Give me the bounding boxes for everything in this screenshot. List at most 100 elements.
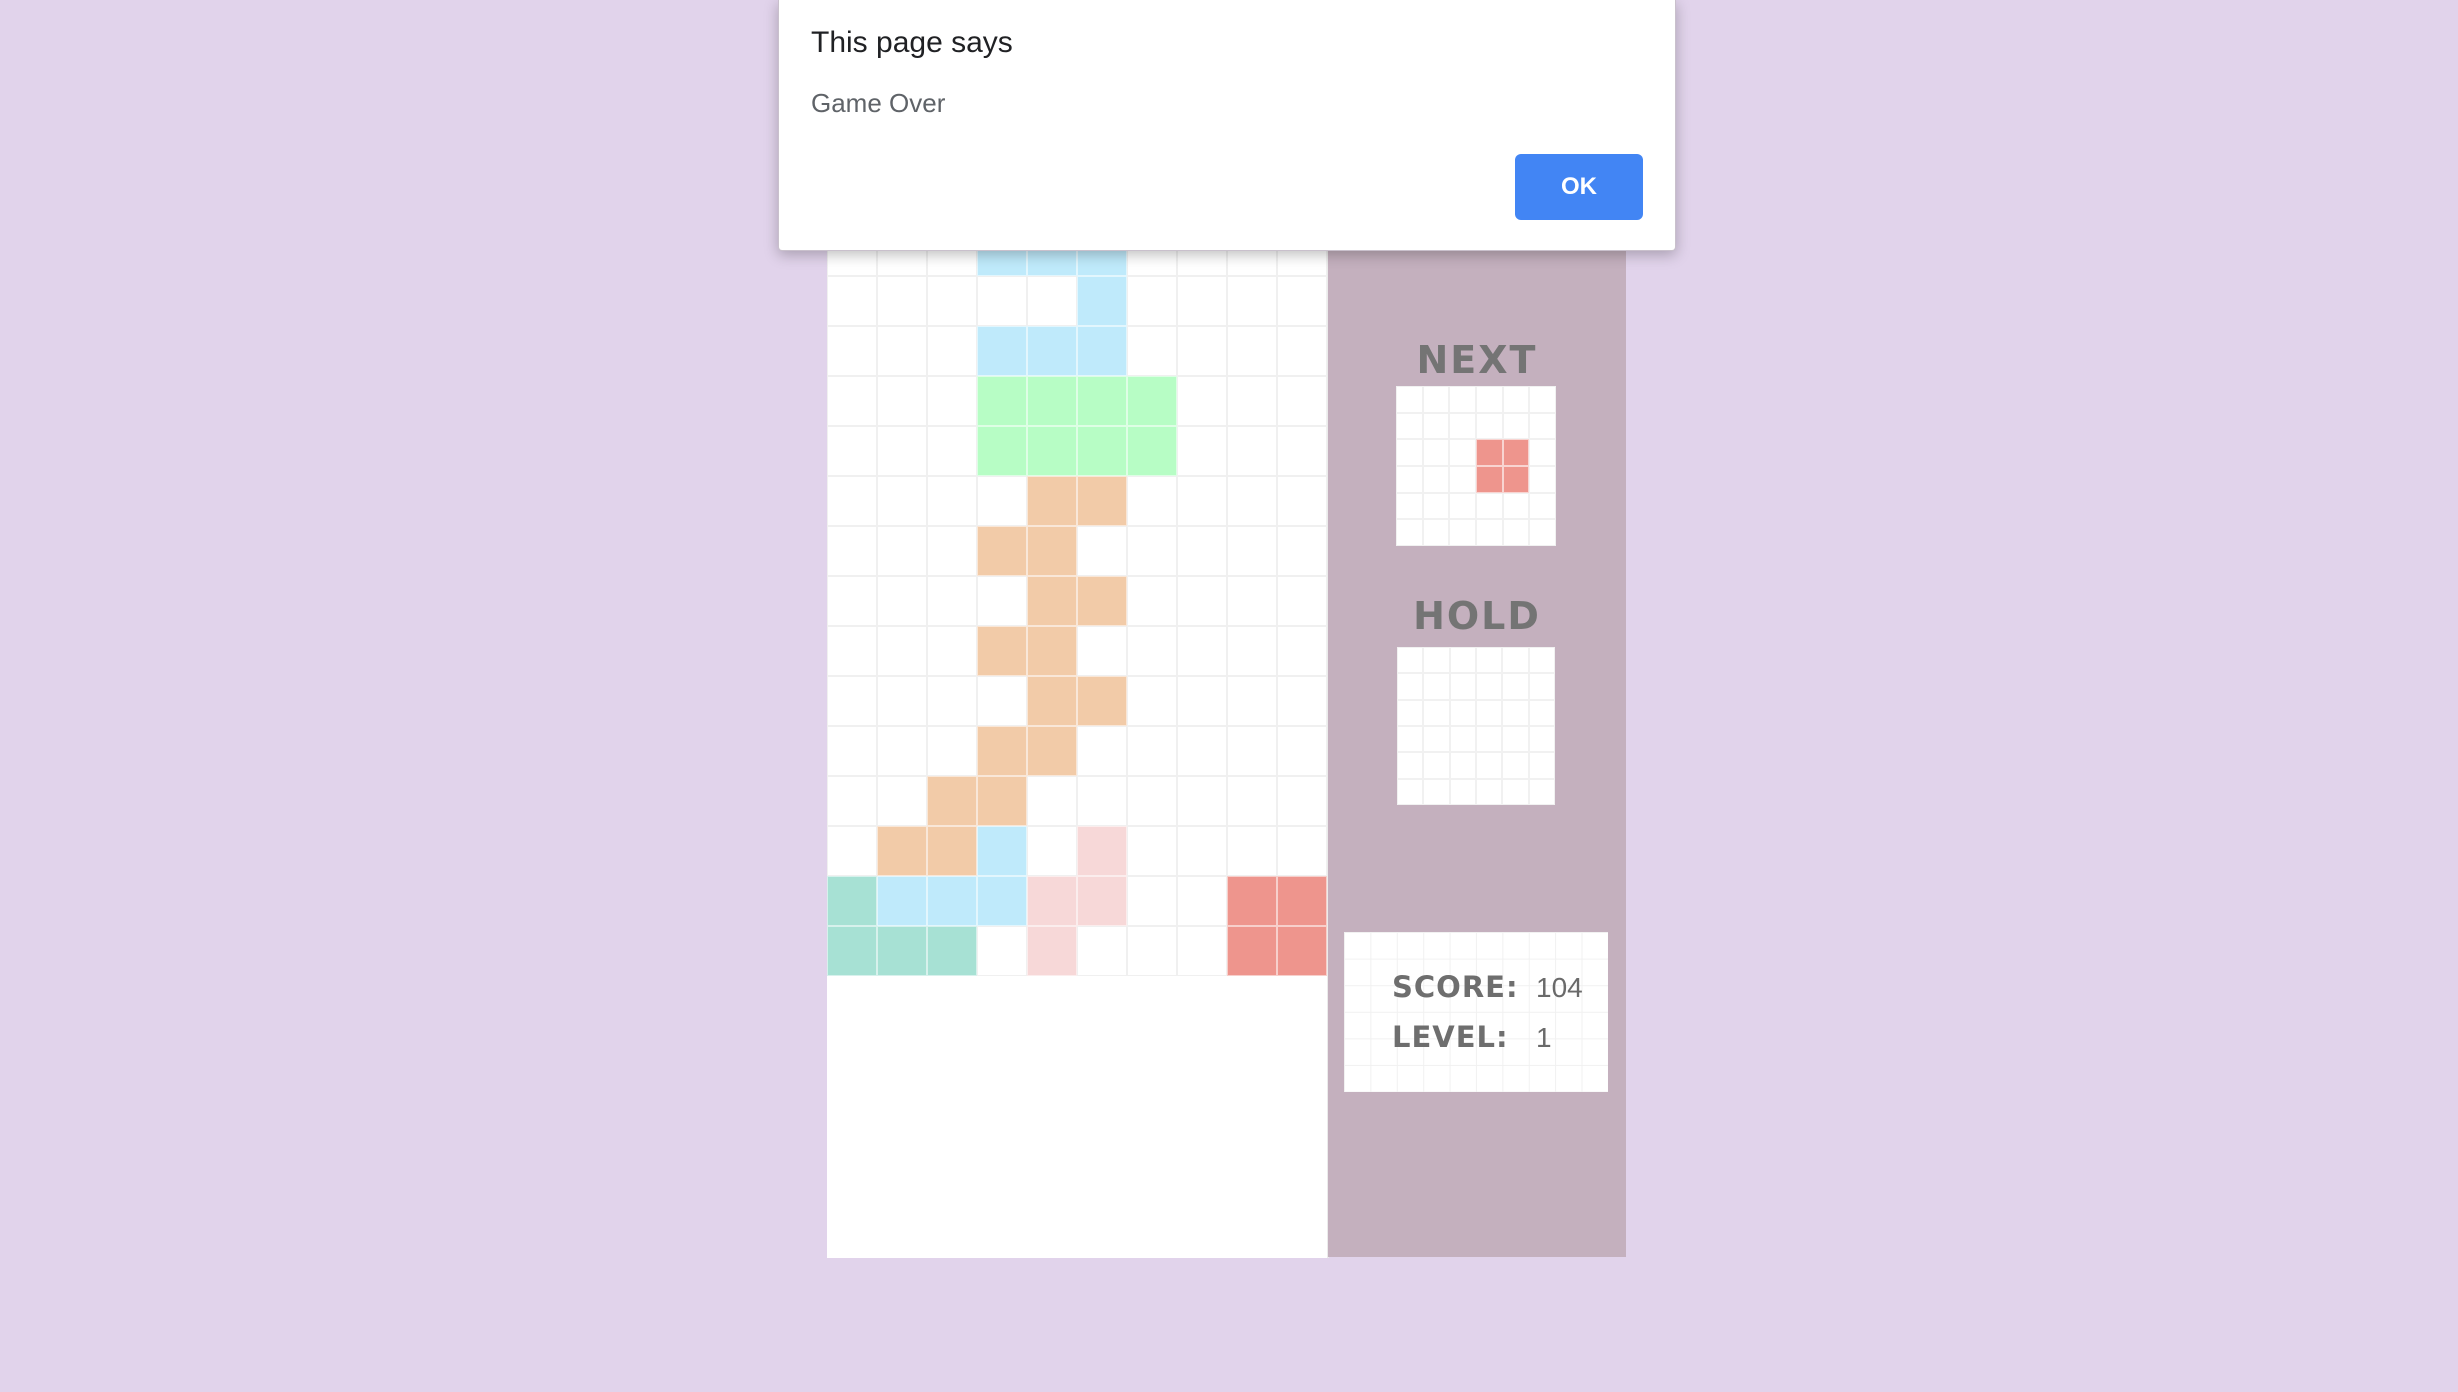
board-cell xyxy=(827,526,877,576)
block-sky xyxy=(977,326,1027,376)
board-cell xyxy=(1227,326,1277,376)
preview-cell xyxy=(1502,386,1530,413)
board-cell xyxy=(1127,676,1177,726)
block-pink xyxy=(1077,826,1127,876)
score-value: 104 xyxy=(1536,972,1583,1003)
board-cell xyxy=(977,926,1027,976)
preview-cell xyxy=(1529,386,1556,413)
block-peach xyxy=(1077,576,1127,626)
board-cell xyxy=(1177,576,1227,626)
board-cell xyxy=(927,476,977,526)
preview-cell xyxy=(1422,465,1450,493)
preview-cell xyxy=(1396,492,1423,520)
block-peach xyxy=(1027,576,1077,626)
preview-cell xyxy=(1475,386,1503,413)
board-cell xyxy=(927,576,977,626)
preview-cell xyxy=(1528,673,1555,700)
hold-piece-preview xyxy=(1397,647,1555,805)
board-cell xyxy=(1127,276,1177,326)
preview-cell xyxy=(1423,726,1450,753)
preview-cell xyxy=(1502,412,1530,440)
board-cell xyxy=(1277,676,1327,726)
block-salmon xyxy=(1277,876,1327,926)
board-cell xyxy=(927,626,977,676)
game-stage: NEXT HOLD SCORE: 104 LEVEL: 1 This page … xyxy=(0,0,2458,1392)
board-cell xyxy=(877,776,927,826)
board-cell xyxy=(1177,426,1227,476)
board-cell xyxy=(1077,926,1127,976)
score-box: SCORE: 104 LEVEL: 1 xyxy=(1344,932,1608,1092)
preview-cell xyxy=(1422,386,1450,413)
preview-cell xyxy=(1449,647,1476,674)
board-cell xyxy=(1227,426,1277,476)
block-mint xyxy=(977,376,1027,426)
preview-cell xyxy=(1396,439,1423,466)
block-sky xyxy=(877,876,927,926)
board-cell xyxy=(827,326,877,376)
board-cell xyxy=(827,826,877,876)
board-cell xyxy=(827,676,877,726)
board-cell xyxy=(1227,776,1277,826)
preview-cell xyxy=(1449,778,1476,805)
preview-cell xyxy=(1502,519,1530,546)
board-cell xyxy=(877,726,927,776)
dialog-message: Game Over xyxy=(811,88,946,118)
ok-button[interactable]: OK xyxy=(1515,154,1643,220)
preview-cell xyxy=(1423,778,1450,805)
block-peach xyxy=(1077,676,1127,726)
board-cell xyxy=(1027,776,1077,826)
board-cell xyxy=(1127,726,1177,776)
preview-cell xyxy=(1422,519,1450,546)
board-cell xyxy=(877,276,927,326)
board-cell xyxy=(1127,326,1177,376)
board-cell xyxy=(927,676,977,726)
block-peach xyxy=(1027,526,1077,576)
block-peach xyxy=(977,726,1027,776)
block-mint xyxy=(1027,426,1077,476)
preview-cell xyxy=(1528,778,1555,805)
board-cell xyxy=(1227,526,1277,576)
board-cell xyxy=(1277,826,1327,876)
level-label: LEVEL: xyxy=(1392,1020,1509,1054)
block-peach xyxy=(1077,476,1127,526)
block-peach xyxy=(1027,726,1077,776)
board-cell xyxy=(1227,626,1277,676)
board-cell xyxy=(1177,326,1227,376)
preview-cell xyxy=(1423,647,1450,674)
preview-cell xyxy=(1396,465,1423,493)
board-cell xyxy=(827,376,877,426)
preview-cell xyxy=(1449,492,1476,520)
board-cell xyxy=(1277,726,1327,776)
board-cell xyxy=(877,426,927,476)
board-cell xyxy=(1127,926,1177,976)
preview-cell xyxy=(1422,492,1450,520)
preview-cell xyxy=(1449,752,1476,779)
preview-cell xyxy=(1397,647,1424,674)
block-sky xyxy=(927,876,977,926)
next-piece-preview xyxy=(1396,386,1556,546)
board-cell xyxy=(1277,426,1327,476)
block-mint xyxy=(977,426,1027,476)
side-panel: NEXT HOLD SCORE: 104 LEVEL: 1 xyxy=(1328,250,1626,1257)
preview-cell xyxy=(1475,519,1503,546)
preview-cell xyxy=(1476,726,1503,753)
board-cell xyxy=(1227,376,1277,426)
block-salmon xyxy=(1277,926,1327,976)
block-peach xyxy=(1027,476,1077,526)
board-cell xyxy=(827,776,877,826)
preview-cell xyxy=(1397,699,1424,726)
block-teal xyxy=(877,926,927,976)
block-mint xyxy=(1127,426,1177,476)
board-cell xyxy=(877,676,927,726)
preview-cell xyxy=(1449,465,1476,493)
board-cell xyxy=(1177,726,1227,776)
board-cell xyxy=(1127,776,1177,826)
board-cell xyxy=(1277,326,1327,376)
board-cell xyxy=(1127,526,1177,576)
preview-cell xyxy=(1502,647,1529,674)
board-cell xyxy=(1177,276,1227,326)
preview-cell xyxy=(1528,752,1555,779)
board-cell xyxy=(827,276,877,326)
preview-cell xyxy=(1528,699,1555,726)
board-cell xyxy=(1077,776,1127,826)
